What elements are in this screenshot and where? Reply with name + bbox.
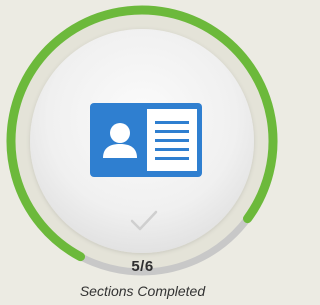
section-progress-widget: 5/6 Sections Completed (0, 0, 285, 305)
sections-caption: Sections Completed (79, 283, 206, 299)
sections-count: 5/6 (131, 258, 154, 275)
checkmark-icon (130, 210, 158, 231)
id-card-icon (90, 103, 202, 177)
